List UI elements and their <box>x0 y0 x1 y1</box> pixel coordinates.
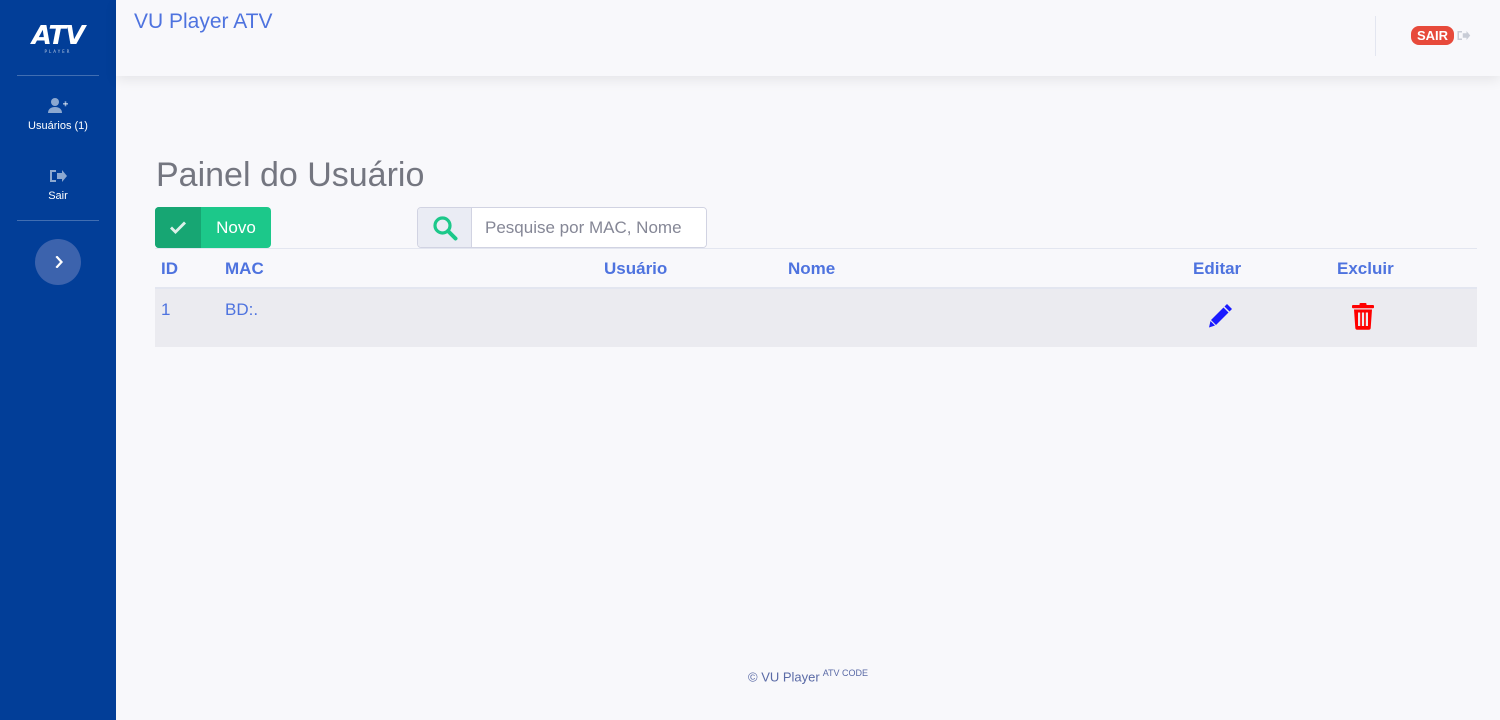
topbar: VU Player ATV SAIR <box>116 0 1500 76</box>
pencil-icon <box>1209 304 1232 328</box>
column-header-id: ID <box>161 259 178 278</box>
topbar-divider <box>1375 16 1376 56</box>
trash-icon <box>1352 303 1374 330</box>
search-button[interactable] <box>418 208 472 247</box>
logout-button[interactable]: SAIR <box>1411 26 1471 45</box>
page-title: Painel do Usuário <box>156 156 425 194</box>
table-header: ID MAC Usuário Nome Editar Excluir <box>155 248 1477 289</box>
cell-mac: BD:. <box>225 300 259 319</box>
brand-logo[interactable]: ATV PLAYER <box>17 0 99 76</box>
sign-out-icon <box>50 170 67 182</box>
user-plus-icon <box>48 98 68 113</box>
sidebar: ATV PLAYER Usuários (1) Sair <box>0 0 116 720</box>
sidebar-item-sair[interactable]: Sair <box>0 150 116 220</box>
new-user-button-label: Novo <box>216 217 256 237</box>
sidebar-item-label: Usuários (1) <box>28 120 88 132</box>
search-group <box>417 207 707 248</box>
logo-subtext: PLAYER <box>44 49 72 54</box>
check-icon-box <box>155 207 201 248</box>
footer-text: © VU Player <box>748 669 820 685</box>
table-row: 1 BD:. <box>155 289 1477 347</box>
search-input[interactable] <box>472 208 706 247</box>
check-icon <box>170 221 186 234</box>
sidebar-toggle-button[interactable] <box>35 239 81 285</box>
search-icon <box>432 215 457 240</box>
column-header-usuario: Usuário <box>604 259 668 278</box>
column-header-mac: MAC <box>225 259 264 278</box>
logout-badge: SAIR <box>1411 26 1455 45</box>
edit-button[interactable] <box>1208 302 1234 330</box>
new-user-button[interactable]: Novo <box>155 207 271 248</box>
sidebar-item-label: Sair <box>48 190 68 202</box>
logo-text: ATV <box>31 21 85 51</box>
cell-id: 1 <box>161 300 171 319</box>
chevron-right-icon <box>55 256 63 268</box>
footer: © VU Player ATV CODE <box>748 668 868 684</box>
column-header-editar: Editar <box>1193 259 1242 278</box>
column-header-nome: Nome <box>788 259 836 278</box>
footer-sup: ATV CODE <box>822 668 869 678</box>
sidebar-item-usuarios[interactable]: Usuários (1) <box>0 80 116 150</box>
delete-button[interactable] <box>1351 302 1375 330</box>
sidebar-divider <box>17 220 99 221</box>
column-header-excluir: Excluir <box>1337 259 1394 278</box>
sign-out-icon <box>1457 31 1471 40</box>
app-title: VU Player ATV <box>134 10 273 33</box>
users-table: ID MAC Usuário Nome Editar Excluir 1 BD:… <box>155 248 1477 347</box>
